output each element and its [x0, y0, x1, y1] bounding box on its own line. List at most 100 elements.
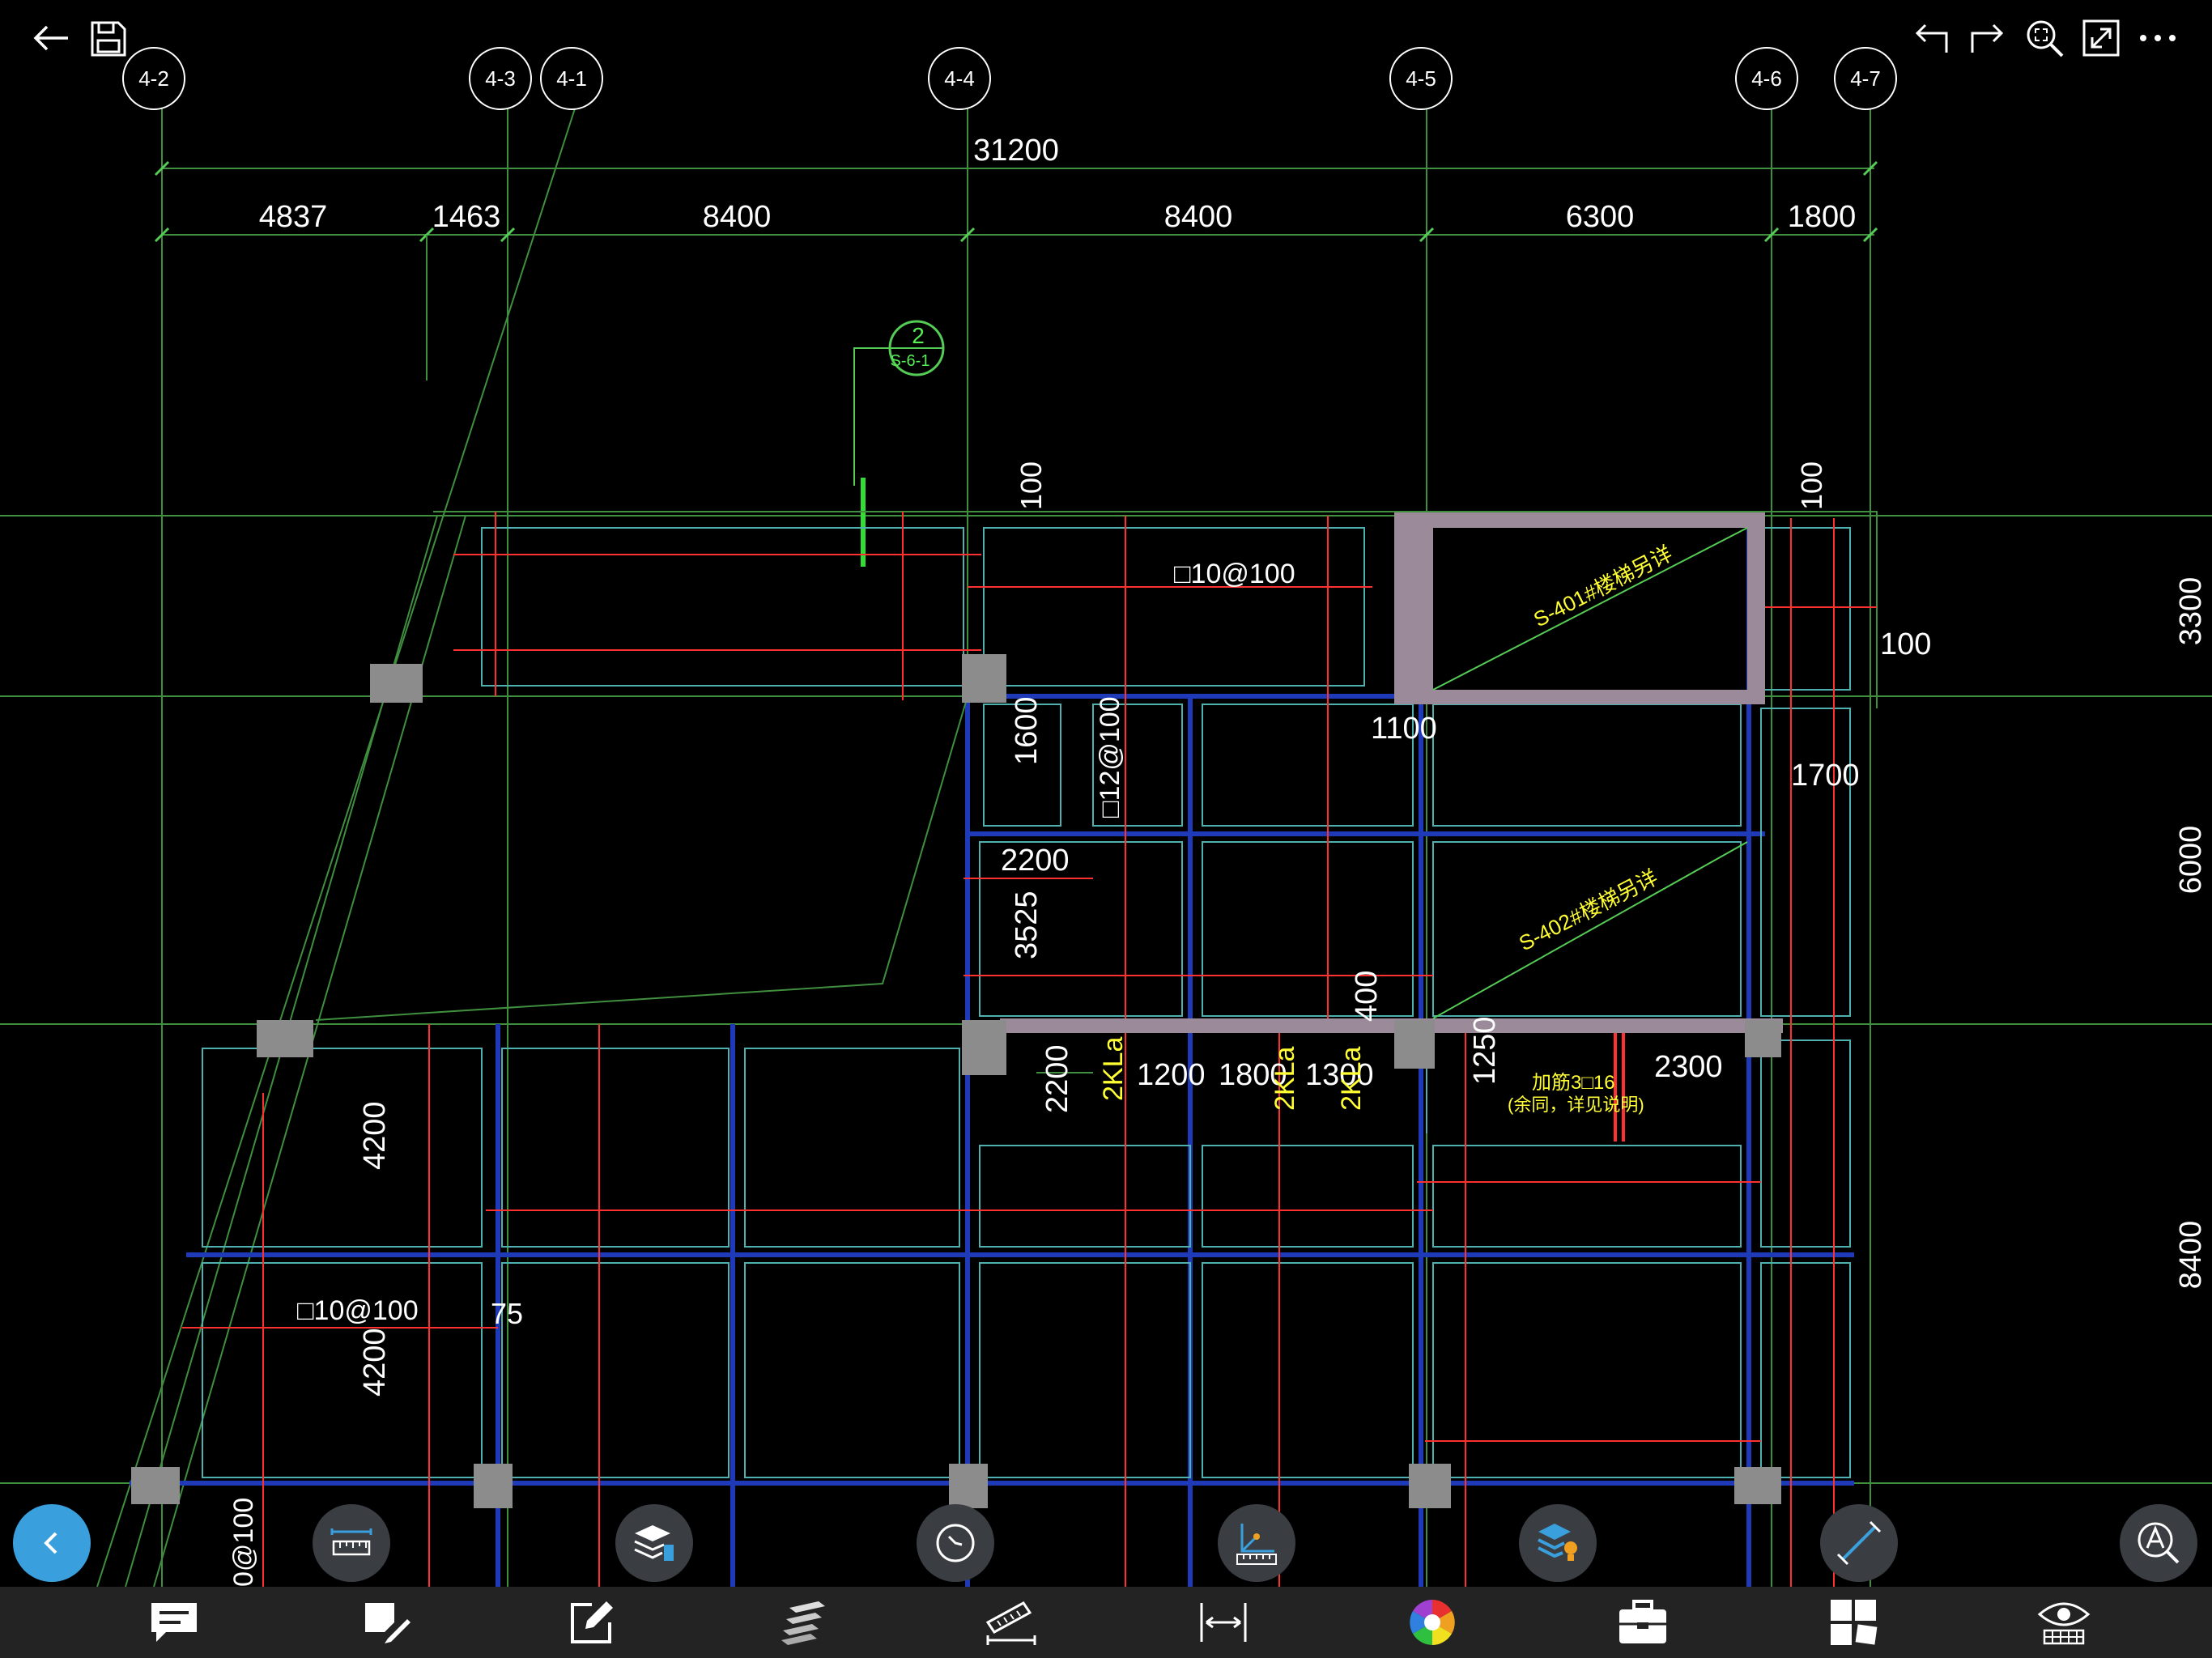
- markup-tool[interactable]: [334, 1593, 439, 1652]
- dimension-segment: 1463: [432, 200, 501, 234]
- compass-button[interactable]: [917, 1504, 994, 1582]
- dimension-segment: 8400: [1164, 200, 1233, 234]
- dimension-label: 4200: [358, 1101, 392, 1170]
- view-tool[interactable]: [2011, 1593, 2116, 1652]
- eye-icon: [2037, 1602, 2091, 1645]
- edit-tool[interactable]: [539, 1593, 644, 1652]
- grid-lines: [0, 104, 2212, 1587]
- diagonal-line-icon: [1836, 1520, 1882, 1566]
- coordinate-icon: [1236, 1524, 1277, 1565]
- dimension-label: 1100: [1371, 712, 1437, 746]
- color-wheel-icon: [1410, 1600, 1455, 1645]
- ruler-icon: [330, 1528, 372, 1556]
- dimension-label: 100: [1015, 461, 1048, 510]
- save-icon: [91, 21, 126, 57]
- fullscreen-icon: [2082, 19, 2120, 57]
- dimension-right: 6000: [2174, 826, 2208, 895]
- diagonal-grid-line: [96, 103, 577, 1588]
- save-button[interactable]: [84, 15, 131, 62]
- dimension-label: 75: [491, 1297, 523, 1330]
- pen-shape-icon: [365, 1603, 410, 1643]
- undo-button[interactable]: [1908, 15, 1955, 62]
- edit-icon: [571, 1601, 613, 1643]
- dimension-label: 3525: [1010, 891, 1044, 959]
- rebar-label: □10@100: [1174, 559, 1295, 589]
- rebar-label: □10@100: [297, 1295, 419, 1326]
- rebar-note: (余同，详见说明): [1508, 1095, 1644, 1115]
- layer-bulb-icon: [1538, 1524, 1577, 1561]
- dimension-label: 400: [1350, 971, 1384, 1022]
- section-sheet: S-6-1: [891, 352, 930, 370]
- compass-icon: [936, 1524, 975, 1562]
- dimension-segment: 1800: [1788, 200, 1857, 234]
- text-search-button[interactable]: [2120, 1504, 2197, 1582]
- top-dimension-lines: [154, 160, 1878, 380]
- axis-label-4-4: 4-4: [944, 66, 975, 91]
- rebar-label: 0@100: [228, 1498, 259, 1587]
- dimension-label: 1600: [1010, 696, 1044, 765]
- section-marker: 2 S-6-1: [853, 320, 945, 567]
- layout-icon: [1831, 1600, 1878, 1645]
- more-button[interactable]: [2134, 15, 2181, 62]
- redo-icon: [1971, 23, 2004, 53]
- toolbox-tool[interactable]: [1590, 1593, 1695, 1652]
- dimension-label: 2200: [1040, 1044, 1074, 1113]
- arrow-left-icon: [33, 25, 68, 51]
- dimension-segment: 4837: [259, 200, 328, 234]
- layout-tool[interactable]: [1801, 1593, 1906, 1652]
- chevron-left-icon: [44, 1532, 57, 1554]
- bottom-toolbar: [0, 1587, 2212, 1658]
- axis-label-4-2: 4-2: [138, 66, 169, 91]
- fullscreen-button[interactable]: [2078, 15, 2125, 62]
- dimension-label: 1200: [1137, 1058, 1206, 1092]
- axis-label-4-3: 4-3: [485, 66, 516, 91]
- layer-manager-button[interactable]: [1519, 1504, 1597, 1582]
- dimension-segment: 8400: [703, 200, 772, 234]
- dimension-label: 4200: [358, 1328, 392, 1397]
- coordinate-button[interactable]: [1218, 1504, 1295, 1582]
- layers-tool[interactable]: [751, 1593, 857, 1652]
- back-circle-button[interactable]: [13, 1504, 91, 1582]
- section-number: 2: [912, 323, 925, 348]
- ruler-measure-icon: [985, 1601, 1036, 1645]
- room-outlines: [202, 527, 1851, 1478]
- comment-icon: [151, 1603, 197, 1642]
- layers-icon: [634, 1525, 674, 1561]
- undo-icon: [1915, 23, 1948, 53]
- stair-note: S-402#楼梯另详: [1515, 865, 1661, 955]
- color-tool[interactable]: [1380, 1593, 1485, 1652]
- axis-label-4-1: 4-1: [556, 66, 587, 91]
- axis-label-4-7: 4-7: [1850, 66, 1881, 91]
- axis-label-4-6: 4-6: [1751, 66, 1782, 91]
- dimension-total: 31200: [973, 134, 1059, 168]
- stair-note: S-401#楼梯另详: [1529, 541, 1676, 631]
- rebar-label: □12@100: [1095, 696, 1125, 818]
- beam-label: 2KLa: [1098, 1037, 1129, 1101]
- dimension-right: 8400: [2174, 1221, 2208, 1290]
- comment-tool[interactable]: [121, 1593, 227, 1652]
- redo-button[interactable]: [1964, 15, 2011, 62]
- dimension-label: 1700: [1791, 759, 1860, 793]
- zoom-fit-button[interactable]: [2021, 15, 2068, 62]
- dimension-tool[interactable]: [1171, 1593, 1276, 1652]
- text-search-icon: [2138, 1522, 2180, 1564]
- dimension-right: 3300: [2174, 577, 2208, 646]
- dimension-label: 100: [1880, 627, 1931, 661]
- dimension-icon: [1200, 1603, 1247, 1642]
- beam-label: 2KLa: [1336, 1047, 1367, 1111]
- dimension-segment: 6300: [1566, 200, 1635, 234]
- rebar-note: 加筋3□16: [1532, 1072, 1615, 1094]
- measure-button[interactable]: [313, 1504, 390, 1582]
- dimension-label: 2300: [1654, 1050, 1723, 1084]
- more-icon: [2140, 35, 2176, 41]
- top-toolbar: [0, 6, 2212, 63]
- ruler-tool[interactable]: [959, 1593, 1064, 1652]
- dimension-label: 100: [1795, 461, 1828, 510]
- align-button[interactable]: [1820, 1504, 1898, 1582]
- toolbox-icon: [1619, 1600, 1666, 1643]
- back-button[interactable]: [28, 15, 74, 62]
- dimension-label: 1250: [1468, 1016, 1502, 1085]
- cad-drawing-canvas[interactable]: 4-2 4-3 4-1 4-4 4-5 4-6 4-7 31200 4837 1…: [0, 0, 2212, 1658]
- dimension-label: 2200: [1001, 844, 1070, 878]
- layers-button[interactable]: [615, 1504, 693, 1582]
